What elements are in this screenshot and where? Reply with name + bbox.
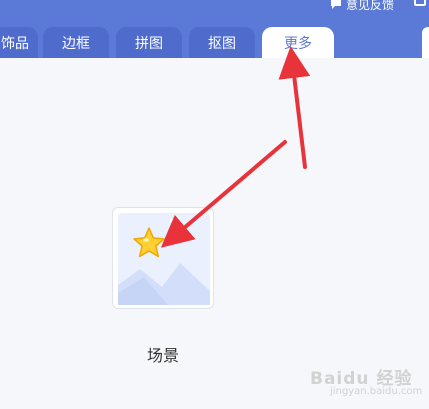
tab-label: 拼图 (135, 35, 163, 52)
tab-border[interactable]: 边框 (43, 27, 109, 58)
tab-ornaments[interactable]: 饰品 (0, 27, 38, 58)
feedback-label: 意见反馈 (346, 0, 395, 12)
tab-label: 饰品 (1, 35, 29, 52)
feedback-button[interactable]: 意见反馈 (330, 0, 394, 12)
scene-card-label: 场景 (146, 346, 179, 365)
star-icon (133, 227, 165, 258)
tab-more[interactable]: 更多 (262, 27, 334, 58)
watermark-sub: jingyan.baidu.com (330, 386, 423, 397)
top-bar: 意见反馈 饰品 边框 拼图 抠图 更多 (0, 0, 429, 58)
tab-label: 抠图 (208, 35, 236, 52)
tab-cutout[interactable]: 抠图 (189, 27, 255, 58)
tab-label: 边框 (62, 35, 90, 52)
scene-card[interactable] (112, 207, 214, 309)
window-icon[interactable] (414, 0, 426, 6)
content-area (0, 58, 429, 409)
chat-bubble-icon (331, 0, 341, 9)
tab-edge (422, 27, 429, 58)
tab-label: 更多 (284, 35, 312, 52)
tab-collage[interactable]: 拼图 (116, 27, 182, 58)
